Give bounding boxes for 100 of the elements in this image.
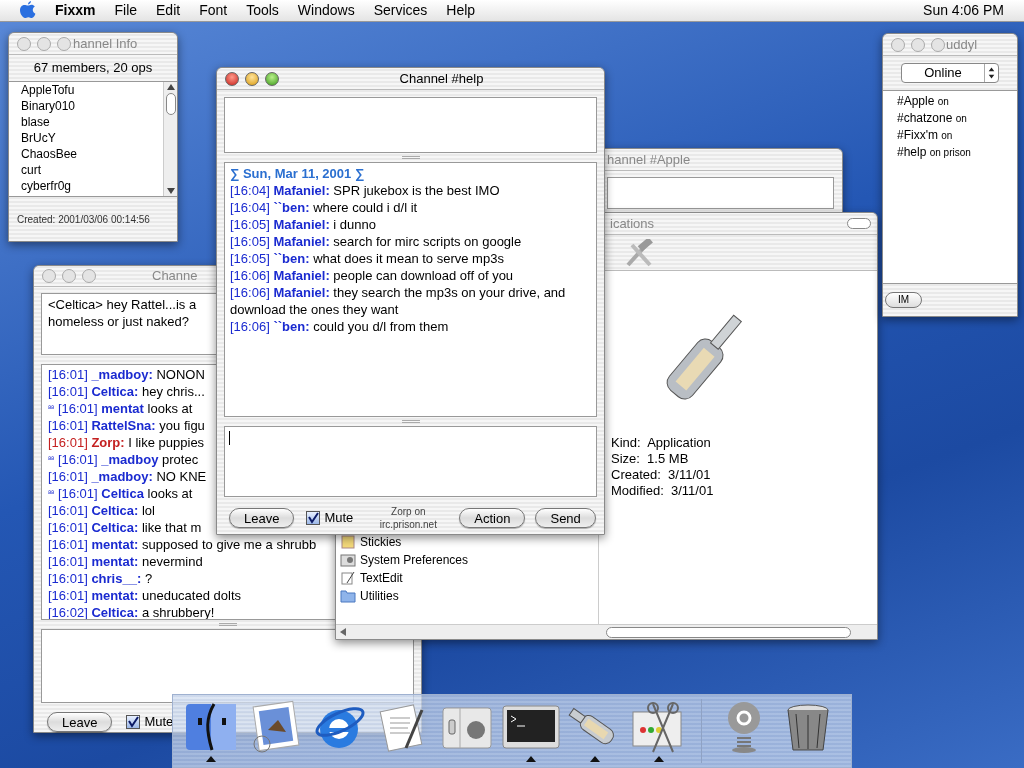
chat-line: [16:05] ``ben: what does it mean to serve mp3s <box>230 250 504 267</box>
zoom-button[interactable] <box>931 37 945 52</box>
application-item[interactable]: TextEdit <box>340 569 598 587</box>
action-button[interactable]: Action <box>459 508 526 528</box>
menu-item[interactable]: Windows <box>297 0 355 21</box>
chat-line: [16:06] Mafaniel: people can download off of you <box>230 267 514 284</box>
leave-button[interactable]: Leave <box>229 508 295 528</box>
info-text: Modified: 3/11/01 <box>611 483 715 499</box>
scrollbar-thumb[interactable] <box>165 93 176 115</box>
chat-line: [16:01] RattelSna: you figu <box>48 417 205 434</box>
member-item[interactable]: curt <box>21 162 163 178</box>
menu-item[interactable]: File <box>114 0 138 21</box>
application-item[interactable]: Stickies <box>340 533 598 551</box>
chat-line: [16:05] Mafaniel: i dunno <box>230 216 376 233</box>
close-button[interactable] <box>225 71 239 86</box>
scrollbar[interactable] <box>163 82 177 196</box>
member-item[interactable]: cyberfr0g <box>21 178 163 194</box>
member-item[interactable]: ChaosBee <box>21 146 163 162</box>
window-title: hannel #Apple <box>607 150 691 169</box>
running-indicator-icon <box>654 756 664 762</box>
member-count: 67 members, 20 ops <box>33 59 153 78</box>
input-field[interactable] <box>224 426 597 497</box>
topic-field[interactable]: <Celtica> hey Rattel...is a homeless or just naked? <box>41 293 217 355</box>
window-title: uddyl <box>946 35 978 54</box>
topic-field[interactable] <box>224 97 597 153</box>
channel-item[interactable]: #Apple on <box>897 93 1017 110</box>
toolbar-toggle-button[interactable] <box>847 218 871 229</box>
created-date: Created: 2001/03/06 00:14:56 <box>17 212 150 227</box>
text-field[interactable] <box>607 177 834 209</box>
channel-item[interactable]: #Fixx'm on <box>897 127 1017 144</box>
date-header: ∑ Sun, Mar 11, 2001 ∑ <box>230 165 366 182</box>
chat-line: [16:02] Celtica: a shrubbery! <box>48 604 215 619</box>
checkbox[interactable] <box>306 511 321 525</box>
close-button[interactable] <box>42 269 56 283</box>
window-title: hannel Info <box>73 34 138 53</box>
im-button[interactable]: IM <box>885 292 923 308</box>
chat-line: [16:01] Celtica: lol <box>48 502 155 519</box>
minimize-button[interactable] <box>245 71 259 86</box>
minimize-button[interactable] <box>911 37 925 52</box>
info-text: Size: 1.5 MB <box>611 451 690 467</box>
close-button[interactable] <box>891 37 905 52</box>
info-text: Kind: Application <box>611 435 712 451</box>
chat-line: [16:01] Zorp: I like puppies <box>48 434 205 451</box>
menu-item[interactable]: Services <box>373 0 428 21</box>
member-item[interactable]: AppleTofu <box>21 82 163 98</box>
minimize-button[interactable] <box>62 269 76 283</box>
info-text: Created: 3/11/01 <box>611 467 712 483</box>
menu-item[interactable]: Edit <box>156 0 181 21</box>
chat-line: [16:01] _madboy: NO KNE <box>48 468 207 485</box>
folder-icon <box>340 589 356 603</box>
zoom-button[interactable] <box>265 71 279 86</box>
zoom-button[interactable] <box>82 269 96 283</box>
menu-item[interactable]: Fixxm <box>55 0 96 21</box>
file-name: TextEdit <box>360 570 403 587</box>
menu-item[interactable]: Tools <box>246 0 279 21</box>
up-arrow-icon[interactable] <box>166 84 175 90</box>
topic-text: <Celtica> hey Rattel...is a homeless or just naked? <box>48 296 198 330</box>
file-name: Stickies <box>360 534 402 551</box>
chat-line: [16:06] ``ben: could you d/l from them <box>230 318 449 335</box>
chat-line: [16:01] mentat: nevermind <box>48 553 203 570</box>
hammer-wrench-icon[interactable] <box>624 238 654 267</box>
menu-item[interactable]: Font <box>199 0 228 21</box>
connection-status: Zorp on irc.prison.net <box>378 505 438 531</box>
zoom-button[interactable] <box>57 36 71 51</box>
channel-item[interactable]: #help on prison <box>897 144 1017 161</box>
running-indicator-icon <box>206 756 216 762</box>
checkbox-label: Mute <box>324 509 354 528</box>
channel-item[interactable]: #chatzone on <box>897 110 1017 127</box>
chat-line: [16:05] Mafaniel: search for mirc scripts on google <box>230 233 522 250</box>
chat-line: [16:04] ``ben: where could i d/l it <box>230 199 418 216</box>
member-item[interactable]: blase <box>21 114 163 130</box>
status-dropdown[interactable]: Online <box>901 63 999 83</box>
switch-panel-icon <box>340 553 356 567</box>
chat-line: [16:01] mentat: supposed to give me a shrubb <box>48 536 317 553</box>
window-title: Channel #help <box>399 69 484 88</box>
member-item[interactable]: BrUcY <box>21 130 163 146</box>
checkbox[interactable] <box>126 715 141 729</box>
left-arrow-icon[interactable] <box>340 628 346 636</box>
application-item[interactable]: System Preferences <box>340 551 598 569</box>
down-arrow-icon[interactable] <box>166 188 175 194</box>
chat-line: [16:01] _madboy: NONON <box>48 366 205 383</box>
checkbox-label: Mute <box>144 713 174 732</box>
chat-line: [16:01] mentat: uneducated dolts <box>48 587 241 604</box>
send-button[interactable]: Send <box>535 508 596 528</box>
member-item[interactable]: Binary010 <box>21 98 163 114</box>
chat-line: [16:04] Mafaniel: SPR jukebox is the best IMO <box>230 182 500 199</box>
application-item[interactable]: Utilities <box>340 587 598 605</box>
scrollbar[interactable] <box>336 624 877 639</box>
minimize-button[interactable] <box>37 36 51 51</box>
apple-logo-icon[interactable] <box>20 1 36 20</box>
menu-clock[interactable]: Sun 4:06 PM <box>923 0 1004 21</box>
leave-button[interactable]: Leave <box>47 712 113 732</box>
checkmark-icon <box>127 716 140 728</box>
chat-line: [16:01] Celtica: like that m <box>48 519 202 536</box>
chat-line: ªª [16:01] _madboy protec <box>48 451 199 468</box>
menu-item[interactable]: Help <box>446 0 476 21</box>
chat-line: [16:01] chris__: ? <box>48 570 153 587</box>
close-button[interactable] <box>17 36 31 51</box>
note-icon <box>340 535 356 549</box>
file-name: Utilities <box>360 588 399 605</box>
